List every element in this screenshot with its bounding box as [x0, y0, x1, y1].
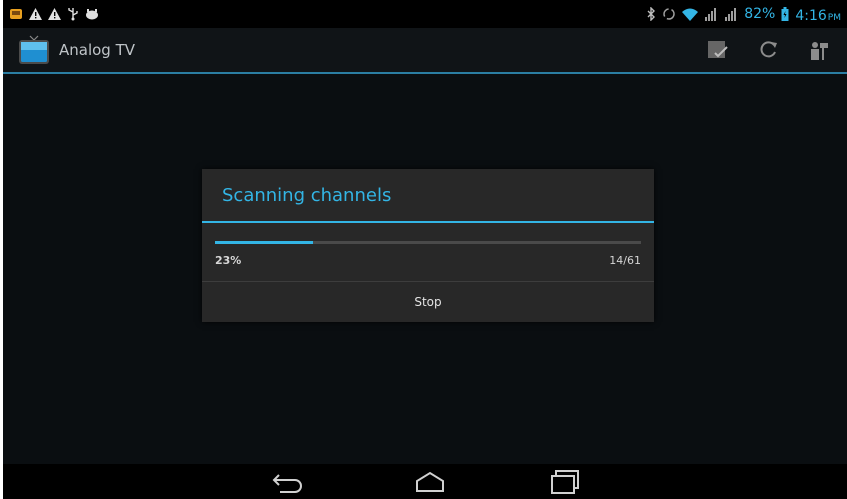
dialog-title: Scanning channels	[222, 185, 392, 206]
battery-percent: 82%	[744, 6, 776, 22]
usb-icon	[67, 7, 79, 21]
progress-count: 14/61	[609, 254, 641, 267]
progress-bar-fill	[215, 241, 313, 244]
signal-icon	[704, 7, 718, 21]
wifi-icon	[682, 8, 699, 21]
progress-bar	[215, 241, 641, 244]
sync-icon	[662, 7, 676, 21]
scan-progress-dialog: Scanning channels 23% 14/61 Stop	[202, 169, 654, 322]
status-bar-system-icons: 82% 4:16PM	[646, 5, 847, 24]
notification-app-icon	[9, 7, 23, 21]
clock-ampm: PM	[827, 12, 841, 23]
home-icon[interactable]	[400, 467, 460, 497]
android-debug-icon	[85, 8, 99, 20]
status-clock: 4:16PM	[795, 5, 841, 24]
settings-person-icon[interactable]	[797, 29, 839, 71]
dialog-title-divider	[202, 221, 654, 223]
progress-percent: 23%	[215, 254, 242, 267]
edit-check-icon[interactable]	[697, 29, 739, 71]
navigation-bar	[3, 464, 847, 499]
app-title: Analog TV	[59, 41, 136, 59]
back-icon[interactable]	[258, 467, 318, 497]
action-bar: Analog TV	[3, 28, 847, 74]
action-bar-actions	[697, 29, 847, 71]
warning-icon	[48, 8, 61, 20]
clock-time: 4:16	[795, 7, 827, 24]
refresh-icon[interactable]	[747, 29, 789, 71]
recents-icon[interactable]	[535, 467, 595, 497]
warning-icon	[29, 8, 42, 20]
device-screen: 82% 4:16PM Analog TV Scanning channels 2…	[3, 0, 847, 499]
battery-icon	[781, 7, 789, 21]
status-bar: 82% 4:16PM	[3, 0, 847, 28]
signal-icon	[724, 7, 738, 21]
bluetooth-icon	[646, 7, 656, 21]
status-bar-notifications	[3, 7, 99, 21]
stop-button[interactable]: Stop	[202, 282, 654, 322]
tv-icon[interactable]	[18, 34, 50, 66]
